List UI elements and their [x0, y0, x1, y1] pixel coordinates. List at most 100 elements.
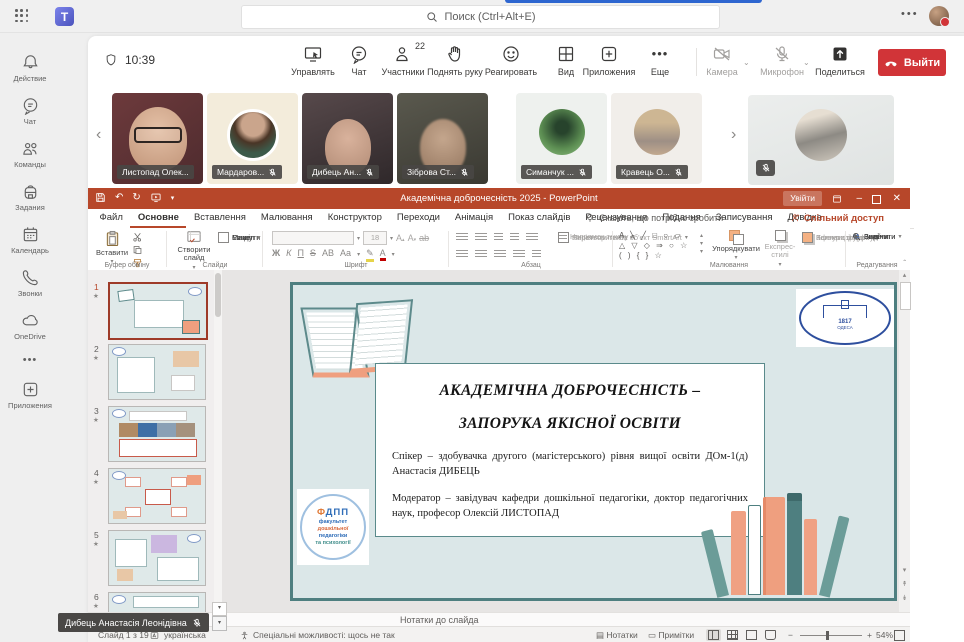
more-button[interactable]: ••• Еще — [625, 44, 695, 77]
font-name-select[interactable]: ▾ 18▾ А▴ А▾ ab — [272, 231, 429, 245]
minimize-button[interactable]: – — [856, 191, 862, 206]
copy-icon[interactable] — [132, 245, 143, 255]
align-left-icon[interactable] — [456, 250, 468, 259]
comments-toggle[interactable]: ▭ Примітки — [648, 630, 694, 641]
grow-font-icon[interactable]: А▴ — [396, 233, 405, 243]
select-button[interactable]: Виділити▾ — [852, 232, 901, 241]
accessibility-status[interactable]: Спеціальні можливості: щось не так — [253, 630, 395, 640]
slideshow-button[interactable] — [763, 629, 778, 641]
fit-to-window-icon[interactable] — [894, 630, 905, 641]
reading-view-button[interactable] — [744, 629, 759, 641]
next-slide-icon[interactable]: ↡ — [899, 594, 910, 602]
tab-home[interactable]: Основне — [130, 209, 186, 228]
font-size-select[interactable]: 18 — [363, 231, 387, 245]
font-color-button[interactable]: А — [380, 248, 386, 261]
strike-button[interactable]: S — [310, 248, 316, 258]
app-launcher-icon[interactable] — [15, 9, 29, 23]
normal-view-button[interactable] — [706, 629, 721, 641]
ppt-share-button[interactable]: Спільний доступ — [790, 209, 884, 227]
arrange-button[interactable]: Упорядкувати ▾ — [714, 230, 758, 262]
name-tag-chevron-icon[interactable]: ▾ — [212, 616, 227, 631]
indent-decrease-icon[interactable] — [494, 233, 503, 242]
slide-thumbnail-6[interactable] — [108, 592, 206, 612]
rail-more-icon[interactable]: ••• — [0, 347, 60, 373]
user-avatar[interactable] — [929, 6, 949, 26]
video-tile[interactable]: Симанчук ... — [516, 93, 607, 184]
numbering-icon[interactable] — [475, 233, 487, 242]
zoom-in-icon[interactable]: + — [867, 630, 872, 640]
rail-item-calendar[interactable]: Календарь — [0, 218, 60, 261]
highlight-button[interactable]: ✎ — [366, 248, 374, 262]
rail-item-activity[interactable]: Действие — [0, 46, 60, 89]
tab-slideshow[interactable]: Показ слайдів — [501, 209, 578, 228]
tell-me-box[interactable]: Скажіть, що потрібно зробити — [585, 209, 723, 227]
slide[interactable]: 1817 ОДЕСА АКАДЕМІЧНА ДОБРОЧЕСНІСТЬ – ЗА… — [290, 282, 897, 601]
paste-button[interactable]: Вставити ▾ — [96, 230, 128, 266]
rail-item-onedrive[interactable]: OneDrive — [0, 304, 60, 347]
tab-file[interactable]: Файл — [92, 209, 130, 228]
align-center-icon[interactable] — [475, 250, 487, 259]
char-spacing-button[interactable]: АВ — [322, 248, 334, 258]
line-spacing-icon[interactable] — [526, 233, 538, 242]
notes-toggle[interactable]: ▤ Нотатки — [596, 630, 638, 641]
bullets-icon[interactable] — [456, 233, 468, 242]
close-button[interactable]: ✕ — [893, 191, 901, 206]
justify-icon[interactable] — [513, 250, 525, 259]
thumbnail-scrollbar[interactable] — [214, 270, 222, 612]
rail-item-calls[interactable]: Звонки — [0, 261, 60, 304]
rail-item-teams[interactable]: Команды — [0, 132, 60, 175]
slide-thumbnail-5[interactable] — [108, 530, 206, 586]
italic-button[interactable]: К — [286, 248, 291, 258]
search-input[interactable]: Поиск (Ctrl+Alt+E) — [241, 5, 720, 29]
align-right-icon[interactable] — [494, 250, 506, 259]
video-tile[interactable]: Мардаров... — [207, 93, 298, 184]
underline-button[interactable]: П — [297, 248, 303, 258]
tab-insert[interactable]: Вставлення — [186, 209, 253, 228]
collapse-ribbon-icon[interactable]: ˆ — [903, 259, 906, 268]
strip-next-icon[interactable]: › — [731, 126, 736, 144]
rail-item-apps[interactable]: Приложения — [0, 373, 60, 416]
restore-button[interactable] — [872, 191, 881, 204]
video-tile[interactable]: Листопад Олек... — [112, 93, 203, 184]
share-button[interactable]: Поделиться — [805, 44, 875, 77]
canvas-scrollbar[interactable]: ▴ ▾ ↟ ↡ — [899, 270, 910, 612]
columns-icon[interactable] — [532, 250, 541, 259]
shapes-gallery[interactable]: A ╲ ╱ □ ○ ▱ △ ▽ ◇ ⇒ ○ ☆ ( ) { } ☆ — [619, 231, 689, 261]
scroll-up-icon[interactable]: ▴ — [899, 271, 910, 279]
tab-animations[interactable]: Анімація — [447, 209, 500, 228]
shapes-scroll[interactable]: ▴▾▾ — [700, 232, 703, 255]
indent-increase-icon[interactable] — [510, 233, 519, 242]
rail-item-assignments[interactable]: Задания — [0, 175, 60, 218]
slide-text-box[interactable]: АКАДЕМІЧНА ДОБРОЧЕСНІСТЬ – ЗАПОРУКА ЯКІС… — [375, 363, 765, 537]
slide-thumbnail-1[interactable] — [108, 282, 208, 340]
scrollbar-thumb[interactable] — [900, 282, 911, 310]
video-tile[interactable]: Зіброва Ст... — [397, 93, 488, 184]
tab-design[interactable]: Конструктор — [320, 209, 389, 228]
self-view-tile[interactable] — [748, 95, 894, 185]
strip-prev-icon[interactable]: ‹ — [96, 126, 101, 144]
zoom-out-icon[interactable]: − — [788, 630, 793, 640]
titlebar-more-icon[interactable]: ••• — [901, 8, 919, 20]
cut-icon[interactable] — [132, 232, 143, 242]
leave-button[interactable]: Выйти — [878, 49, 946, 76]
scroll-down-icon[interactable]: ▾ — [899, 566, 910, 574]
shrink-font-icon[interactable]: А▾ — [408, 233, 417, 243]
previous-slide-icon[interactable]: ↟ — [899, 580, 910, 588]
change-case-button[interactable]: Аа — [340, 248, 351, 258]
thumbnail-collapse-icon[interactable]: ▾ — [212, 602, 227, 616]
slide-thumbnail-3[interactable] — [108, 406, 206, 462]
zoom-slider-thumb[interactable] — [826, 631, 829, 640]
rail-item-chat[interactable]: Чат — [0, 89, 60, 132]
tab-transitions[interactable]: Переходи — [389, 209, 447, 228]
clear-format-icon[interactable]: ab — [419, 233, 429, 243]
tab-draw[interactable]: Малювання — [253, 209, 320, 228]
slide-sorter-button[interactable] — [725, 629, 740, 641]
bold-button[interactable]: Ж — [272, 248, 280, 258]
zoom-level[interactable]: 54% — [876, 630, 893, 640]
zoom-slider[interactable] — [800, 635, 862, 636]
video-tile[interactable]: Кравець О... — [611, 93, 702, 184]
slide-thumbnail-4[interactable] — [108, 468, 206, 524]
ribbon-options-icon[interactable] — [832, 194, 842, 204]
slide-thumbnail-2[interactable] — [108, 344, 206, 400]
section-button[interactable]: Розділ▾ — [218, 232, 260, 243]
